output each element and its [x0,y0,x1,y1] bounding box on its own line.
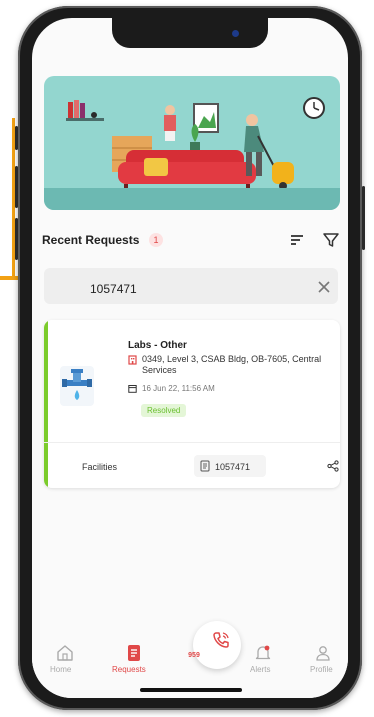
card-status-accent [44,320,48,488]
requests-icon[interactable] [125,644,143,662]
plumbing-icon [60,366,94,406]
home-icon[interactable] [56,644,74,662]
status-badge: Resolved [141,404,187,417]
request-count-badge: 1 [149,233,163,247]
tab-home[interactable]: Home [50,665,71,674]
mute-switch [15,126,18,150]
ticket-icon [200,460,210,472]
close-icon[interactable] [316,279,332,295]
front-camera [232,30,239,37]
card-date: 16 Jun 22, 11:56 AM [142,384,215,393]
calendar-icon [128,385,137,393]
profile-icon[interactable] [314,644,332,662]
card-category: Facilities [82,462,118,472]
hero-illustration [44,76,340,210]
tab-profile[interactable]: Profile [310,665,333,674]
search-input-value[interactable]: 1057471 [90,282,137,296]
request-number: 1057471 [215,462,251,472]
card-divider [44,442,340,443]
power-button [362,186,365,250]
filter-icon[interactable] [322,231,340,249]
volume-up-button [15,166,18,208]
hero-floor [44,188,340,210]
section-title: Recent Requests [42,233,140,247]
phone-frame: Recent Requests 1 1057471 Labs - Other 0… [15,6,365,710]
building-icon [128,355,137,365]
sort-icon[interactable] [288,231,306,249]
volume-down-button [15,218,18,260]
tab-requests[interactable]: Requests [112,665,146,674]
app-screen: Recent Requests 1 1057471 Labs - Other 0… [32,18,348,698]
card-location: 0349, Level 3, CSAB Bldg, OB-7605, Centr… [142,354,322,375]
share-icon[interactable] [327,460,339,472]
call-button-label: 959 [188,652,200,659]
bell-icon[interactable] [254,644,272,662]
card-title: Labs - Other [128,340,187,351]
search-input[interactable] [44,268,338,304]
tab-alerts[interactable]: Alerts [250,665,270,674]
phone-call-icon[interactable] [211,630,231,650]
notch [112,18,268,48]
home-indicator [140,688,242,692]
